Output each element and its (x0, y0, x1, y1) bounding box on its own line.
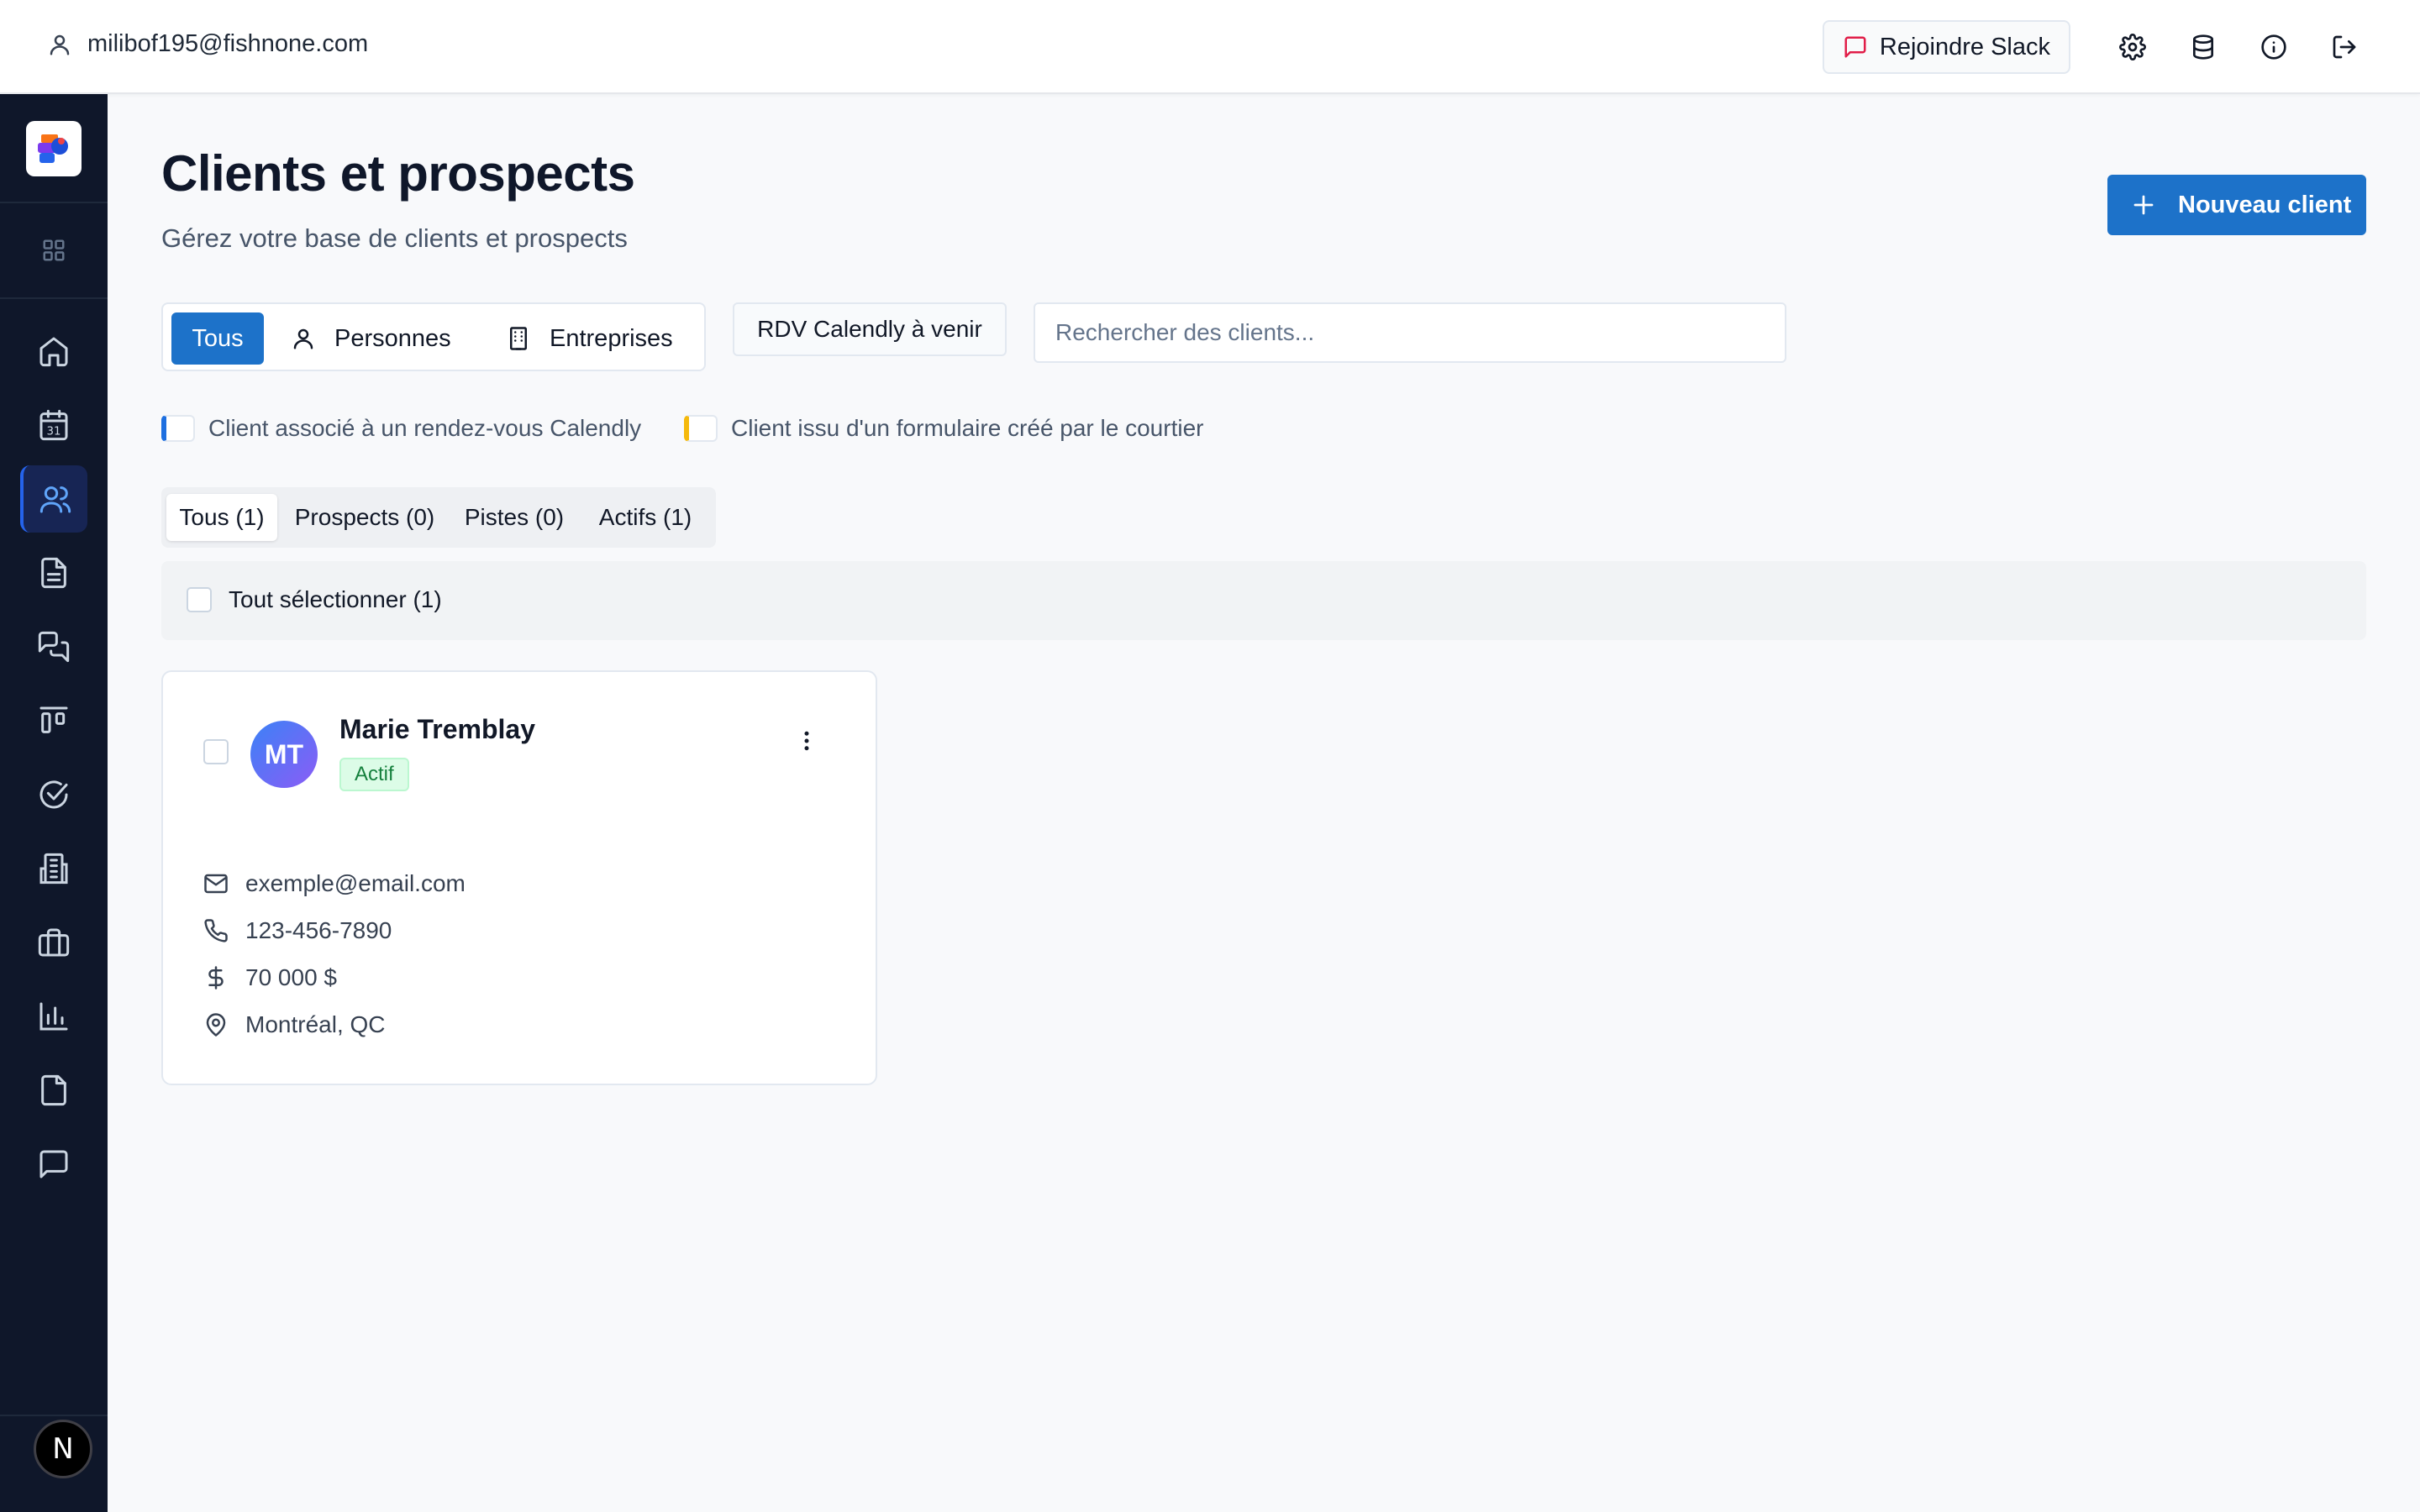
sidebar-item-portfolio[interactable] (20, 909, 87, 976)
briefcase-icon (37, 926, 71, 959)
more-vertical-icon (794, 728, 819, 753)
building-icon (506, 326, 531, 351)
sidebar: 31 N (0, 94, 108, 1512)
segment-companies[interactable]: Entreprises (506, 312, 673, 365)
users-icon (39, 482, 72, 516)
sidebar-item-reports[interactable] (20, 983, 87, 1050)
gear-icon (2119, 34, 2146, 60)
client-email-row: exemple@email.com (203, 870, 466, 897)
client-email: exemple@email.com (245, 870, 466, 896)
kanban-icon (37, 704, 71, 738)
segment-all[interactable]: Tous (171, 312, 264, 365)
map-pin-icon (203, 1012, 229, 1037)
sidebar-item-files[interactable] (20, 1057, 87, 1124)
page-subtitle: Gérez votre base de clients et prospects (161, 223, 628, 253)
sidebar-item-companies[interactable] (20, 835, 87, 902)
select-all-label: Tout sélectionner (1) (229, 586, 442, 612)
sidebar-item-messages[interactable] (20, 1131, 87, 1198)
legend-calendly-label: Client associé à un rendez-vous Calendly (208, 415, 642, 441)
client-location-row: Montréal, QC (203, 1011, 386, 1038)
status-badge: Actif (339, 758, 409, 791)
legend-form: Client issu d'un formulaire créé par le … (684, 415, 1203, 442)
main-content: Clients et prospects Gérez votre base de… (108, 94, 2420, 1512)
tab-leads[interactable]: Pistes (0) (452, 494, 576, 541)
search-input[interactable] (1034, 302, 1786, 363)
client-amount-row: 70 000 $ (203, 964, 337, 991)
client-location: Montréal, QC (245, 1011, 386, 1037)
avatar: MT (250, 721, 318, 788)
status-tabs: Tous (1) Prospects (0) Pistes (0) Actifs… (161, 487, 716, 548)
grid-icon (41, 238, 66, 263)
info-button[interactable] (2238, 20, 2309, 74)
phone-icon (203, 918, 229, 943)
user-info: milibof195@fishnone.com (47, 30, 368, 58)
building-icon (37, 852, 71, 885)
join-slack-button[interactable]: Rejoindre Slack (1822, 20, 2070, 74)
svg-text:31: 31 (47, 426, 61, 438)
settings-button[interactable] (2097, 20, 2168, 74)
plus-icon (2131, 192, 2156, 218)
app-logo[interactable] (26, 121, 82, 176)
bar-chart-icon (37, 1000, 71, 1033)
page-title: Clients et prospects (161, 145, 635, 202)
sidebar-divider (0, 202, 108, 203)
sidebar-item-conversations[interactable] (20, 613, 87, 680)
client-type-filter: Tous Personnes Entreprises (161, 302, 706, 371)
message-square-icon (37, 1147, 71, 1181)
sidebar-item-home[interactable] (20, 318, 87, 385)
form-swatch (684, 415, 718, 442)
calendly-swatch (161, 415, 195, 442)
client-name[interactable]: Marie Tremblay (339, 714, 535, 745)
mail-icon (203, 871, 229, 896)
legend-calendly: Client associé à un rendez-vous Calendly (161, 415, 641, 442)
check-circle-icon (37, 778, 71, 811)
calendly-upcoming-button[interactable]: RDV Calendly à venir (733, 302, 1007, 356)
top-bar: milibof195@fishnone.com Rejoindre Slack (0, 0, 2420, 94)
more-options-button[interactable] (790, 724, 823, 758)
tab-prospects[interactable]: Prospects (0) (282, 494, 447, 541)
sidebar-item-calendar[interactable]: 31 (20, 391, 87, 459)
dollar-icon (203, 965, 229, 990)
calendar-icon: 31 (37, 408, 71, 442)
client-phone-row: 123-456-7890 (203, 917, 392, 944)
join-slack-label: Rejoindre Slack (1879, 33, 2050, 60)
database-button[interactable] (2168, 20, 2238, 74)
info-icon (2260, 34, 2287, 60)
new-client-label: Nouveau client (2178, 191, 2352, 218)
sidebar-item-pipeline[interactable] (20, 687, 87, 754)
legend-form-label: Client issu d'un formulaire créé par le … (731, 415, 1204, 441)
segment-companies-label: Entreprises (550, 324, 673, 352)
client-phone: 123-456-7890 (245, 917, 392, 943)
sidebar-item-tasks[interactable] (20, 761, 87, 828)
logout-button[interactable] (2309, 20, 2380, 74)
sidebar-item-apps[interactable] (20, 217, 87, 284)
home-icon (37, 334, 71, 368)
nextjs-dev-badge[interactable]: N (34, 1420, 92, 1478)
client-card[interactable]: MT Marie Tremblay Actif exemple@email.co… (161, 670, 877, 1085)
sidebar-divider (0, 297, 108, 299)
document-icon (37, 556, 71, 590)
logout-icon (2331, 34, 2358, 60)
client-amount: 70 000 $ (245, 964, 337, 990)
sidebar-item-documents[interactable] (20, 539, 87, 606)
segment-persons[interactable]: Personnes (291, 312, 451, 365)
segment-persons-label: Personnes (334, 324, 451, 352)
tab-active[interactable]: Actifs (1) (581, 494, 709, 541)
client-checkbox[interactable] (203, 739, 229, 764)
file-icon (37, 1074, 71, 1107)
database-icon (2190, 34, 2217, 60)
message-icon (1843, 34, 1868, 60)
select-all-bar: Tout sélectionner (1) (161, 561, 2366, 640)
sidebar-item-clients[interactable] (20, 465, 87, 533)
chat-icon (37, 630, 71, 664)
user-email: milibof195@fishnone.com (87, 30, 369, 57)
tab-all[interactable]: Tous (1) (166, 494, 277, 541)
user-icon (291, 326, 316, 351)
select-all-checkbox[interactable] (187, 587, 212, 612)
top-actions: Rejoindre Slack (1822, 20, 2380, 74)
user-icon (47, 32, 72, 57)
sidebar-divider (0, 1415, 108, 1416)
new-client-button[interactable]: Nouveau client (2107, 175, 2366, 235)
